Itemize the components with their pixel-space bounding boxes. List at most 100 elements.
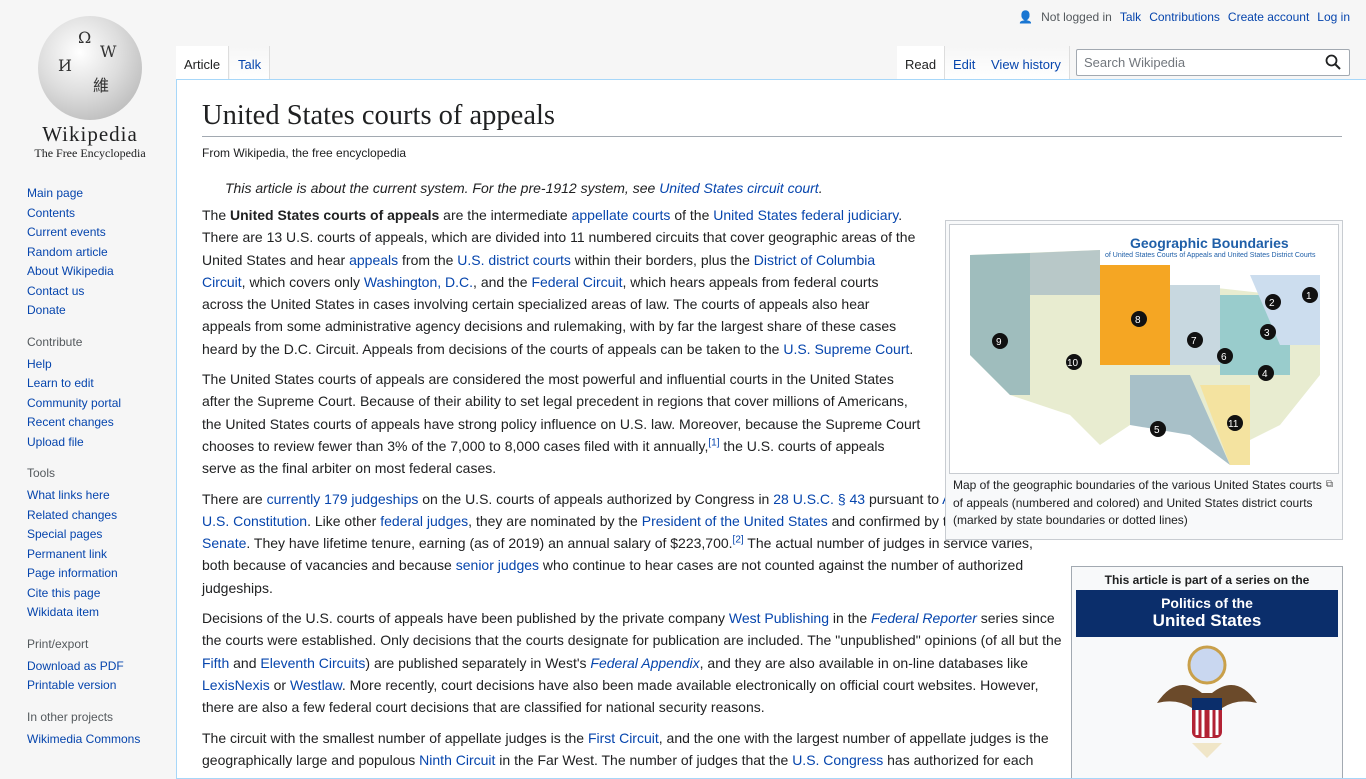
sidebar-item-pageinfo[interactable]: Page information	[27, 566, 118, 580]
tab-article[interactable]: Article	[176, 46, 230, 80]
nav-portal: Main page Contents Current events Random…	[27, 184, 176, 321]
search-placeholder: Search Wikipedia	[1084, 55, 1186, 70]
sidebar-item-recent[interactable]: Recent changes	[27, 415, 114, 429]
sidebar-item-permanent[interactable]: Permanent link	[27, 547, 107, 561]
globe-icon: ΩW И維	[38, 16, 142, 120]
article-link[interactable]: U.S. Supreme Court	[783, 341, 909, 357]
contributions-link[interactable]: Contributions	[1149, 10, 1220, 24]
article-link[interactable]: senior judges	[456, 557, 539, 573]
talk-link[interactable]: Talk	[1120, 10, 1141, 24]
tools-portal: Tools What links here Related changes Sp…	[27, 466, 176, 623]
tab-talk[interactable]: Talk	[230, 46, 271, 80]
sidebar-item-commons[interactable]: Wikimedia Commons	[27, 732, 140, 746]
article-link[interactable]: currently 179 judgeships	[267, 491, 419, 507]
sidebar-item-community[interactable]: Community portal	[27, 396, 121, 410]
svg-text:2: 2	[1269, 298, 1275, 309]
paragraph: The circuit with the smallest number of …	[202, 729, 1049, 768]
article-link[interactable]: United States Senate	[202, 513, 1050, 551]
article-link[interactable]: Washington, D.C.	[364, 274, 473, 290]
sidebar-item-pdf[interactable]: Download as PDF	[27, 659, 124, 673]
sidebar-item-whatlinks[interactable]: What links here	[27, 488, 110, 502]
series-title-1: Politics of the	[1161, 595, 1253, 611]
us-map-graphic: 1 2 3 4 5 6 7 8 9 10 11	[970, 250, 1320, 465]
series-title-2: United States	[1152, 611, 1262, 630]
hatnote-text: This article is about the current system…	[225, 180, 660, 196]
sidebar-item-contact[interactable]: Contact us	[27, 284, 84, 298]
paragraph: There are currently 179 judgeships on th…	[202, 488, 1062, 599]
article-link[interactable]: U.S. district courts	[457, 252, 571, 268]
not-logged-in: Not logged in	[1041, 10, 1112, 24]
svg-text:4: 4	[1262, 369, 1268, 380]
tab-history[interactable]: View history	[983, 46, 1070, 80]
article-link[interactable]: Ninth Circuit	[419, 752, 495, 768]
projects-portal: In other projects Wikimedia Commons	[27, 710, 176, 750]
portal-heading: Print/export	[27, 636, 89, 651]
hatnote: This article is about the current system…	[225, 180, 823, 196]
tab-read[interactable]: Read	[897, 46, 946, 80]
sidebar-item-help[interactable]: Help	[27, 357, 52, 371]
sidebar-item-main-page[interactable]: Main page	[27, 186, 83, 200]
article-link[interactable]: federal judges	[380, 513, 468, 529]
print-portal: Print/export Download as PDF Printable v…	[27, 637, 176, 696]
hatnote-link[interactable]: United States circuit court	[659, 180, 819, 196]
article-link[interactable]: LexisNexis	[202, 677, 270, 693]
sidebar-item-upload[interactable]: Upload file	[27, 435, 84, 449]
sidebar-item-wikidata[interactable]: Wikidata item	[27, 605, 99, 619]
svg-text:5: 5	[1154, 425, 1160, 436]
search-input[interactable]: Search Wikipedia	[1076, 49, 1350, 76]
create-account-link[interactable]: Create account	[1228, 10, 1309, 24]
paragraph: The United States courts of appeals are …	[202, 371, 921, 477]
article-link[interactable]: Federal Circuit	[531, 274, 622, 290]
series-header[interactable]: Politics of the United States	[1076, 590, 1338, 637]
map-figure: Geographic Boundaries of United States C…	[945, 220, 1343, 540]
great-seal-icon	[1076, 643, 1338, 773]
article-link[interactable]: Eleventh Circuits	[260, 655, 365, 671]
page-title: United States courts of appeals	[202, 100, 1342, 137]
article-link[interactable]: First Circuit	[588, 730, 659, 746]
article-link[interactable]: U.S. Congress	[792, 752, 883, 768]
sidebar-item-random[interactable]: Random article	[27, 245, 108, 259]
portal-heading: In other projects	[27, 709, 114, 724]
sidebar-item-donate[interactable]: Donate	[27, 303, 66, 317]
article-link[interactable]: Federal Appendix	[590, 655, 699, 671]
paragraph: The United States courts of appeals are …	[202, 207, 916, 357]
citation-link[interactable]: [1]	[708, 437, 719, 448]
enlarge-icon[interactable]: ⧉	[1326, 476, 1333, 494]
wikipedia-logo[interactable]: ΩW И維 Wikipedia The Free Encyclopedia	[20, 10, 160, 160]
article-link[interactable]: Fifth	[202, 655, 229, 671]
sidebar-item-about[interactable]: About Wikipedia	[27, 264, 114, 278]
sidebar-item-current-events[interactable]: Current events	[27, 225, 106, 239]
svg-text:8: 8	[1135, 315, 1141, 326]
svg-text:1: 1	[1306, 291, 1312, 302]
series-note: This article is part of a series on the	[1104, 573, 1310, 587]
map-caption: Map of the geographic boundaries of the …	[949, 474, 1339, 533]
svg-text:11: 11	[1228, 419, 1239, 430]
article-link[interactable]: 28 U.S.C. § 43	[773, 491, 865, 507]
login-link[interactable]: Log in	[1317, 10, 1350, 24]
caption-text: Map of the geographic boundaries of the …	[953, 478, 1322, 527]
search-icon[interactable]	[1325, 54, 1341, 70]
article-link[interactable]: appeals	[349, 252, 398, 268]
article-link[interactable]: West Publishing	[729, 610, 829, 626]
article-body: The United States courts of appeals are …	[202, 204, 922, 480]
sidebar-item-learn[interactable]: Learn to edit	[27, 376, 94, 390]
portal-heading: Tools	[27, 466, 56, 480]
tab-edit[interactable]: Edit	[945, 46, 985, 80]
citation-link[interactable]: [2]	[733, 535, 744, 546]
circuit-map[interactable]: Geographic Boundaries of United States C…	[949, 224, 1339, 474]
svg-text:9: 9	[996, 337, 1002, 348]
sidebar-item-cite[interactable]: Cite this page	[27, 586, 100, 600]
sidebar-item-contents[interactable]: Contents	[27, 206, 75, 220]
article-link[interactable]: United States federal judiciary	[713, 207, 898, 223]
article-link[interactable]: Westlaw	[290, 677, 342, 693]
logo-tagline: The Free Encyclopedia	[34, 146, 146, 160]
sidebar-item-related[interactable]: Related changes	[27, 508, 117, 522]
sidebar-item-special[interactable]: Special pages	[27, 527, 102, 541]
article-link[interactable]: Federal Reporter	[871, 610, 977, 626]
article-link[interactable]: President of the United States	[642, 513, 828, 529]
politics-sidebar: This article is part of a series on the …	[1071, 566, 1343, 778]
contribute-portal: Contribute Help Learn to edit Community …	[27, 335, 176, 453]
svg-text:7: 7	[1191, 336, 1197, 347]
sidebar-item-printable[interactable]: Printable version	[27, 678, 116, 692]
article-link[interactable]: appellate courts	[572, 207, 671, 223]
